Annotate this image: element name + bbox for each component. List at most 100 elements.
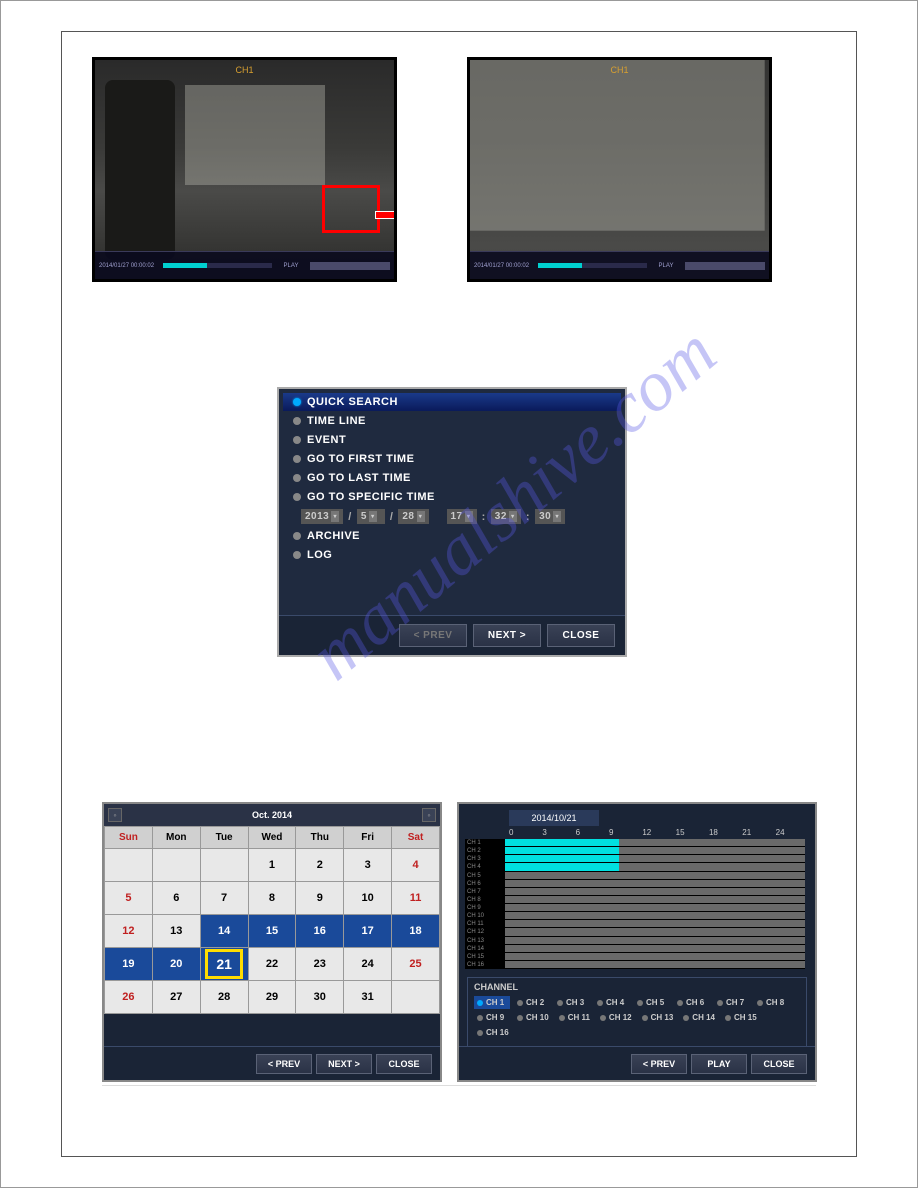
second-select[interactable]: 30▾ [535, 509, 565, 524]
cal-day[interactable]: 15 [248, 915, 296, 948]
menu-time-line[interactable]: TIME LINE [283, 412, 621, 430]
channel-button[interactable]: CH 13 [639, 1011, 677, 1024]
tl-row[interactable] [505, 855, 805, 862]
menu-goto-first[interactable]: GO TO FIRST TIME [283, 450, 621, 468]
cal-prev-button[interactable]: < PREV [256, 1054, 312, 1074]
channel-button[interactable]: CH 1 [474, 996, 510, 1009]
tl-ch-label: CH 4 [465, 863, 505, 871]
cal-day[interactable]: 8 [248, 882, 296, 915]
channel-button[interactable]: CH 16 [474, 1026, 512, 1039]
cal-day[interactable]: 11 [392, 882, 440, 915]
cal-next-month[interactable]: ◦ [422, 808, 436, 822]
channel-button[interactable]: CH 2 [514, 996, 550, 1009]
close-button[interactable]: CLOSE [547, 624, 615, 647]
month-select[interactable]: 5▾ [357, 509, 385, 524]
cal-day[interactable]: 4 [392, 849, 440, 882]
tl-row[interactable] [505, 896, 805, 903]
progress-bar[interactable] [163, 263, 272, 268]
tl-row[interactable] [505, 863, 805, 870]
play-mode: PLAY [651, 263, 681, 269]
channel-button[interactable]: CH 4 [594, 996, 630, 1009]
menu-goto-specific[interactable]: GO TO SPECIFIC TIME [283, 488, 621, 506]
cal-prev-month[interactable]: ◦ [108, 808, 122, 822]
channel-button[interactable]: CH 12 [597, 1011, 635, 1024]
cal-day[interactable]: 1 [248, 849, 296, 882]
tl-row[interactable] [505, 912, 805, 919]
tl-row[interactable] [505, 920, 805, 927]
cal-day[interactable]: 12 [105, 915, 153, 948]
cal-day[interactable]: 22 [248, 948, 296, 981]
channel-button[interactable]: CH 10 [514, 1011, 552, 1024]
cal-day[interactable]: 19 [105, 948, 153, 981]
tl-prev-button[interactable]: < PREV [631, 1054, 687, 1074]
channel-button[interactable]: CH 3 [554, 996, 590, 1009]
channel-label: CH1 [235, 65, 253, 75]
hour-select[interactable]: 17▾ [447, 509, 477, 524]
timestamp: 2014/01/27 00:00:02 [99, 263, 159, 269]
tl-ch-label: CH 14 [465, 945, 505, 953]
tl-row[interactable] [505, 888, 805, 895]
cal-day[interactable]: 31 [344, 981, 392, 1014]
year-select[interactable]: 2013▾ [301, 509, 343, 524]
cal-day[interactable]: 7 [200, 882, 248, 915]
channel-button[interactable]: CH 7 [714, 996, 750, 1009]
cal-day[interactable]: 30 [296, 981, 344, 1014]
tl-ch-label: CH 6 [465, 880, 505, 888]
cal-day[interactable]: 9 [296, 882, 344, 915]
channel-button[interactable]: CH 11 [556, 1011, 593, 1024]
next-button[interactable]: NEXT > [473, 624, 541, 647]
channel-button[interactable]: CH 14 [680, 1011, 718, 1024]
cal-day[interactable]: 18 [392, 915, 440, 948]
cal-day[interactable]: 3 [344, 849, 392, 882]
channel-button[interactable]: CH 8 [754, 996, 790, 1009]
playback-controls[interactable] [685, 262, 765, 270]
cal-day[interactable]: 13 [152, 915, 200, 948]
menu-quick-search[interactable]: QUICK SEARCH [283, 393, 621, 411]
tl-ch-label: CH 1 [465, 839, 505, 847]
cal-day[interactable]: 16 [296, 915, 344, 948]
tl-row[interactable] [505, 847, 805, 854]
tl-row[interactable] [505, 904, 805, 911]
cal-day[interactable]: 23 [296, 948, 344, 981]
cal-day[interactable]: 27 [152, 981, 200, 1014]
cal-day[interactable]: 26 [105, 981, 153, 1014]
tl-row[interactable] [505, 937, 805, 944]
cal-close-button[interactable]: CLOSE [376, 1054, 432, 1074]
channel-button[interactable]: CH 6 [674, 996, 710, 1009]
cal-day[interactable]: 14 [200, 915, 248, 948]
cal-day[interactable]: 10 [344, 882, 392, 915]
tl-ch-label: CH 3 [465, 855, 505, 863]
cal-day[interactable]: 24 [344, 948, 392, 981]
cal-day[interactable]: 21 [200, 948, 248, 981]
menu-goto-last[interactable]: GO TO LAST TIME [283, 469, 621, 487]
menu-archive[interactable]: ARCHIVE [283, 527, 621, 545]
cal-day[interactable]: 28 [200, 981, 248, 1014]
tl-row[interactable] [505, 880, 805, 887]
cal-next-button[interactable]: NEXT > [316, 1054, 372, 1074]
tl-row[interactable] [505, 928, 805, 935]
channel-button[interactable]: CH 5 [634, 996, 670, 1009]
cal-day[interactable]: 5 [105, 882, 153, 915]
tl-play-button[interactable]: PLAY [691, 1054, 747, 1074]
prev-button[interactable]: < PREV [399, 624, 467, 647]
cal-day[interactable]: 25 [392, 948, 440, 981]
day-select[interactable]: 28▾ [398, 509, 428, 524]
tl-close-button[interactable]: CLOSE [751, 1054, 807, 1074]
menu-log[interactable]: LOG [283, 546, 621, 564]
tl-row[interactable] [505, 953, 805, 960]
tl-row[interactable] [505, 945, 805, 952]
menu-event[interactable]: EVENT [283, 431, 621, 449]
tl-row[interactable] [505, 872, 805, 879]
playback-controls[interactable] [310, 262, 390, 270]
cal-day[interactable]: 20 [152, 948, 200, 981]
channel-button[interactable]: CH 15 [722, 1011, 760, 1024]
cal-day[interactable]: 2 [296, 849, 344, 882]
cal-day[interactable]: 17 [344, 915, 392, 948]
channel-button[interactable]: CH 9 [474, 1011, 510, 1024]
cal-day[interactable]: 29 [248, 981, 296, 1014]
minute-select[interactable]: 32▾ [491, 509, 521, 524]
tl-row[interactable] [505, 961, 805, 968]
progress-bar[interactable] [538, 263, 647, 268]
tl-row[interactable] [505, 839, 805, 846]
cal-day[interactable]: 6 [152, 882, 200, 915]
